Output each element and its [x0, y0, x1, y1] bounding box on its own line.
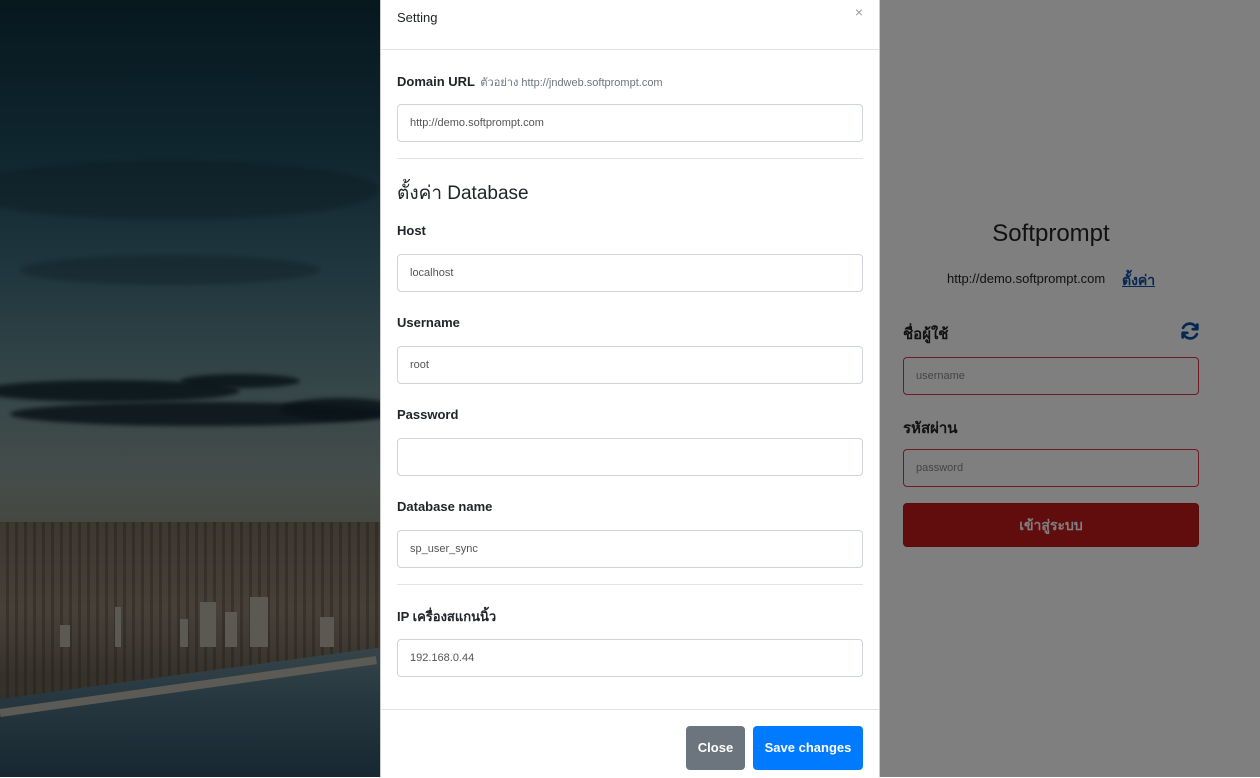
modal-title: Setting	[397, 10, 438, 25]
domain-url-label-text: Domain URL	[397, 74, 475, 89]
divider	[397, 584, 863, 585]
modal-header: Setting ×	[381, 0, 879, 50]
db-username-input[interactable]: root	[397, 346, 863, 384]
host-input[interactable]: localhost	[397, 254, 863, 292]
domain-url-input[interactable]: http://demo.softprompt.com	[397, 104, 863, 142]
database-name-input[interactable]: sp_user_sync	[397, 530, 863, 568]
domain-url-hint: ตัวอย่าง http://jndweb.softprompt.com	[480, 77, 663, 89]
close-button[interactable]: Close	[686, 726, 745, 770]
scanner-ip-label: IP เครื่องสแกนนิ้ว	[397, 609, 497, 624]
db-password-label: Password	[397, 407, 459, 422]
divider	[397, 158, 863, 159]
settings-modal: Setting × Domain URL ตัวอย่าง http://jnd…	[380, 0, 880, 777]
database-section-title: ตั้งค่า Database	[397, 183, 529, 204]
host-label: Host	[397, 223, 426, 238]
close-icon[interactable]: ×	[855, 4, 863, 20]
db-username-label: Username	[397, 315, 460, 330]
db-password-input[interactable]	[397, 438, 863, 476]
save-changes-button[interactable]: Save changes	[753, 726, 863, 770]
database-name-label: Database name	[397, 499, 493, 514]
scanner-ip-input[interactable]: 192.168.0.44	[397, 639, 863, 677]
domain-url-label: Domain URL ตัวอย่าง http://jndweb.softpr…	[397, 73, 663, 91]
